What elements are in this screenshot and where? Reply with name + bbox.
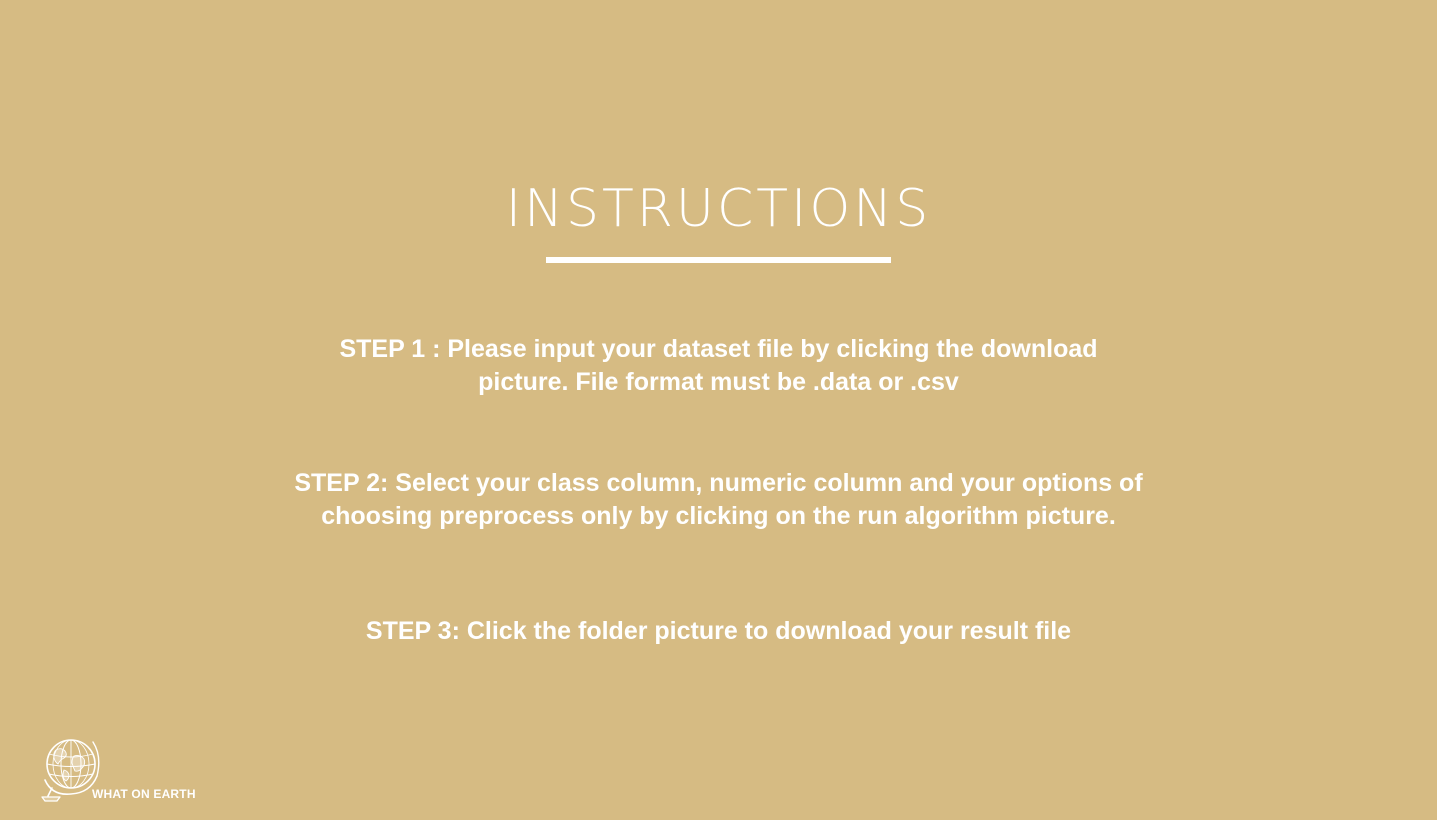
step-1-text: STEP 1 : Please input your dataset file … xyxy=(0,333,1437,399)
step-2-text: STEP 2: Select your class column, numeri… xyxy=(0,467,1437,533)
brand-logo: WHAT ON EARTH xyxy=(40,736,210,806)
page-title: INSTRUCTIONS xyxy=(505,179,932,239)
title-underline xyxy=(546,257,891,263)
step-1-line-2: picture. File format must be .data or .c… xyxy=(478,368,959,396)
step-2-line-2: choosing preprocess only by clicking on … xyxy=(321,502,1116,530)
step-2-line-1: STEP 2: Select your class column, numeri… xyxy=(294,469,1143,497)
step-1-line-1: STEP 1 : Please input your dataset file … xyxy=(339,335,1098,363)
step-3-line-1: STEP 3: Click the folder picture to down… xyxy=(365,617,1072,645)
instructions-slide: INSTRUCTIONS STEP 1 : Please input your … xyxy=(0,0,1437,820)
brand-name: WHAT ON EARTH xyxy=(92,787,196,801)
step-3-text: STEP 3: Click the folder picture to down… xyxy=(0,615,1437,648)
